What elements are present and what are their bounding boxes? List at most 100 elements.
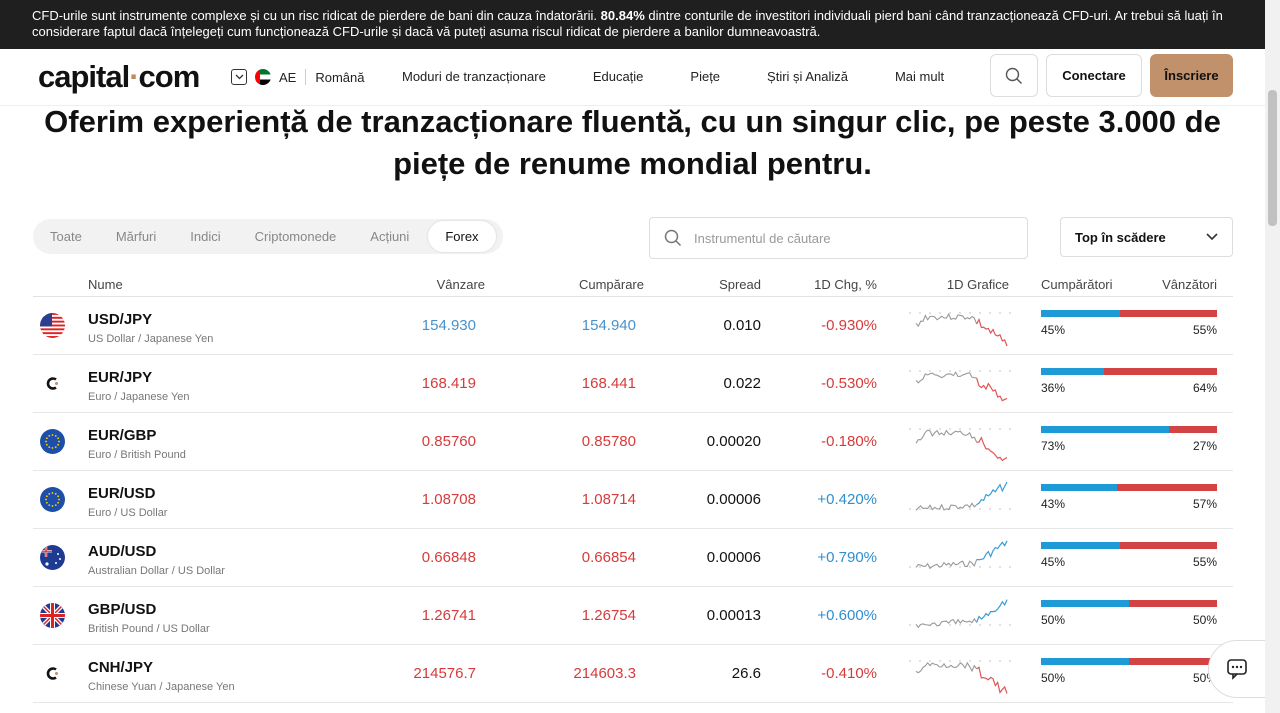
table-row[interactable]: EUR/GBP Euro / British Pound 0.85760 0.8578… bbox=[33, 413, 1233, 471]
buy-price[interactable]: 1.08714 bbox=[582, 491, 636, 508]
table-row[interactable]: GBP/USD British Pound / US Dollar 1.26741 1… bbox=[33, 587, 1233, 645]
sparkline-chart bbox=[909, 312, 1011, 347]
tab-crypto[interactable]: Criptomonede bbox=[238, 221, 354, 252]
au-flag-icon bbox=[40, 545, 65, 570]
nav-education[interactable]: Educație bbox=[593, 69, 644, 84]
sentiment-bar bbox=[1041, 368, 1217, 375]
chat-button[interactable] bbox=[1208, 640, 1265, 698]
col-spread[interactable]: Spread bbox=[719, 277, 761, 292]
sellers-bar bbox=[1104, 368, 1217, 375]
tab-shares[interactable]: Acțiuni bbox=[353, 221, 426, 252]
tab-indices[interactable]: Indici bbox=[173, 221, 237, 252]
header-search-button[interactable] bbox=[990, 54, 1038, 97]
sell-price[interactable]: 154.930 bbox=[422, 317, 476, 334]
sparkline-chart bbox=[909, 370, 1011, 402]
risk-text-before: CFD-urile sunt instrumente complexe și c… bbox=[32, 8, 601, 23]
chevron-down-icon[interactable] bbox=[231, 69, 247, 85]
sellers-percent: 55% bbox=[1192, 323, 1217, 337]
tab-commodities[interactable]: Mărfuri bbox=[99, 221, 173, 252]
region-selector[interactable]: AE Română bbox=[231, 69, 364, 85]
buy-price[interactable]: 214603.3 bbox=[573, 665, 636, 682]
buyers-percent: 45% bbox=[1041, 323, 1066, 337]
instrument-symbol[interactable]: USD/JPY bbox=[88, 311, 152, 328]
eu-flag-icon bbox=[40, 487, 65, 512]
daily-change: +0.600% bbox=[817, 607, 877, 624]
buy-price[interactable]: 0.85780 bbox=[582, 433, 636, 450]
table-row[interactable]: EUR/JPY Euro / Japanese Yen 168.419 168.441… bbox=[33, 355, 1233, 413]
search-icon bbox=[1005, 67, 1022, 84]
scrollbar-thumb[interactable] bbox=[1268, 90, 1277, 226]
risk-warning-banner: CFD-urile sunt instrumente complexe și c… bbox=[0, 0, 1265, 49]
sparkline-chart bbox=[909, 660, 1011, 694]
sell-price[interactable]: 168.419 bbox=[422, 375, 476, 392]
table-row[interactable]: AUD/USD Australian Dollar / US Dollar 0.66… bbox=[33, 529, 1233, 587]
col-chart: 1D Grafice bbox=[946, 277, 1009, 292]
table-row[interactable]: EUR/USD Euro / US Dollar 1.08708 1.08714 0.0… bbox=[33, 471, 1233, 529]
buy-price[interactable]: 154.940 bbox=[582, 317, 636, 334]
nav-markets[interactable]: Piețe bbox=[690, 69, 720, 84]
sentiment-bar bbox=[1041, 310, 1217, 317]
signup-button[interactable]: Înscriere bbox=[1150, 54, 1233, 97]
sparkline-chart bbox=[909, 481, 1011, 511]
instrument-symbol[interactable]: EUR/GBP bbox=[88, 427, 156, 444]
daily-change: -0.410% bbox=[821, 665, 877, 682]
nav-more[interactable]: Mai mult bbox=[895, 69, 944, 84]
instrument-symbol[interactable]: CNH/JPY bbox=[88, 659, 153, 676]
spread-value: 0.00006 bbox=[706, 549, 761, 566]
instrument-description: British Pound / US Dollar bbox=[88, 623, 210, 635]
sort-dropdown[interactable]: Top în scădere bbox=[1060, 217, 1233, 257]
sell-price[interactable]: 0.66848 bbox=[422, 549, 476, 566]
buyers-percent: 50% bbox=[1041, 613, 1066, 627]
sell-price[interactable]: 1.08708 bbox=[422, 491, 476, 508]
instrument-symbol[interactable]: EUR/USD bbox=[88, 485, 156, 502]
col-name[interactable]: Nume bbox=[88, 277, 123, 292]
buyers-bar bbox=[1041, 600, 1129, 607]
nav-trading-modes[interactable]: Moduri de tranzacționare bbox=[402, 69, 546, 84]
buyers-bar bbox=[1041, 484, 1117, 491]
sentiment-bar bbox=[1041, 484, 1217, 491]
tab-all[interactable]: Toate bbox=[33, 221, 99, 252]
instrument-symbol[interactable]: GBP/USD bbox=[88, 601, 156, 618]
sell-price[interactable]: 0.85760 bbox=[422, 433, 476, 450]
daily-change: -0.930% bbox=[821, 317, 877, 334]
buy-price[interactable]: 1.26754 bbox=[582, 607, 636, 624]
spread-value: 0.00013 bbox=[706, 607, 761, 624]
col-buyers: Cumpărători bbox=[1041, 277, 1113, 292]
col-sell[interactable]: Vânzare bbox=[437, 277, 485, 292]
market-category-tabs: Toate Mărfuri Indici Criptomonede Acțiun… bbox=[33, 219, 503, 254]
instrument-description: Euro / US Dollar bbox=[88, 507, 168, 519]
daily-change: -0.180% bbox=[821, 433, 877, 450]
uae-flag-icon bbox=[255, 69, 271, 85]
spread-value: 0.00006 bbox=[706, 491, 761, 508]
language-selector[interactable]: Română bbox=[315, 70, 364, 85]
col-buy[interactable]: Cumpărare bbox=[579, 277, 644, 292]
sell-price[interactable]: 214576.7 bbox=[413, 665, 476, 682]
capital-com-logo[interactable]: capital·com bbox=[38, 59, 200, 95]
page-scrollbar[interactable] bbox=[1265, 0, 1280, 713]
table-row[interactable]: CNH/JPY Chinese Yuan / Japanese Yen 214576… bbox=[33, 645, 1233, 703]
sentiment-bar bbox=[1041, 542, 1217, 549]
chevron-down-icon bbox=[1206, 233, 1218, 241]
logo-dot: · bbox=[129, 59, 139, 94]
spread-value: 0.022 bbox=[723, 375, 761, 392]
us-flag-icon bbox=[40, 313, 65, 338]
buyers-percent: 73% bbox=[1041, 439, 1066, 453]
sell-price[interactable]: 1.26741 bbox=[422, 607, 476, 624]
col-change[interactable]: 1D Chg, % bbox=[814, 277, 877, 292]
eu-flag-icon bbox=[40, 429, 65, 454]
sellers-bar bbox=[1169, 426, 1217, 433]
search-input[interactable] bbox=[694, 230, 994, 246]
table-row[interactable]: USD/JPY US Dollar / Japanese Yen 154.930 15… bbox=[33, 297, 1233, 355]
instrument-symbol[interactable]: AUD/USD bbox=[88, 543, 156, 560]
main-nav: Moduri de tranzacționare Educație Piețe … bbox=[402, 69, 991, 84]
sellers-bar bbox=[1129, 658, 1217, 665]
buy-price[interactable]: 168.441 bbox=[582, 375, 636, 392]
instrument-symbol[interactable]: EUR/JPY bbox=[88, 369, 152, 386]
daily-change: -0.530% bbox=[821, 375, 877, 392]
buy-price[interactable]: 0.66854 bbox=[582, 549, 636, 566]
nav-news-analysis[interactable]: Știri și Analiză bbox=[767, 69, 848, 84]
tab-forex[interactable]: Forex bbox=[428, 221, 496, 252]
buyers-bar bbox=[1041, 310, 1121, 317]
login-button[interactable]: Conectare bbox=[1046, 54, 1142, 97]
sellers-percent: 64% bbox=[1192, 381, 1217, 395]
